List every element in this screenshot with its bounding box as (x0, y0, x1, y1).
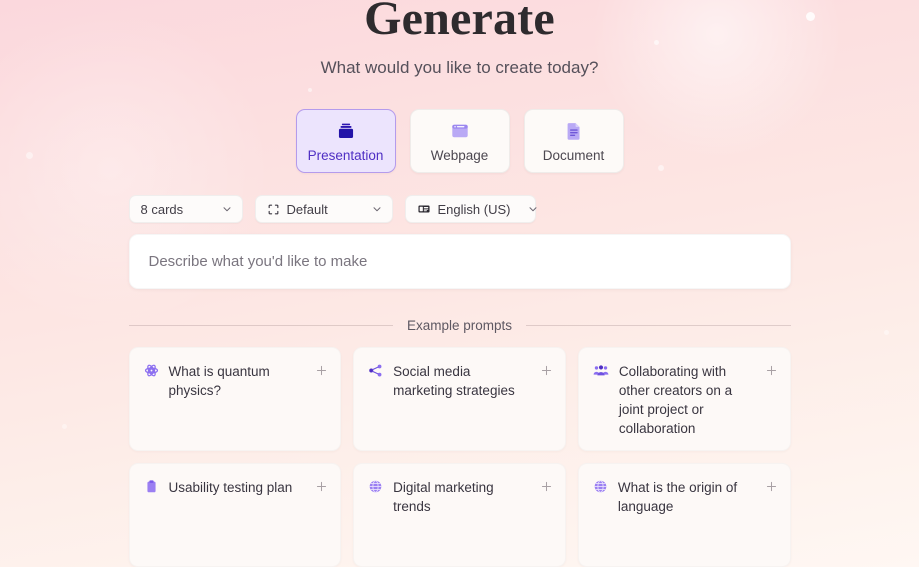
chevron-down-icon (361, 203, 383, 215)
prompt-input-container[interactable]: Describe what you'd like to make (128, 234, 791, 289)
atom-icon (144, 363, 159, 378)
plus-icon[interactable] (765, 480, 778, 493)
example-prompt-card[interactable]: What is the origin of language (577, 463, 791, 567)
chevron-down-icon (211, 203, 233, 215)
page-title: Generate (364, 0, 555, 45)
type-option-document[interactable]: Document (523, 109, 624, 174)
type-option-label: Document (542, 147, 605, 163)
plus-icon[interactable] (315, 364, 328, 377)
document-file-icon (563, 120, 585, 142)
clipboard-icon (144, 479, 159, 494)
example-prompt-text: Social media marketing strategies (393, 364, 515, 398)
type-option-label: Presentation (307, 147, 384, 163)
language-card-icon (417, 202, 431, 216)
type-option-webpage[interactable]: Webpage (409, 109, 510, 174)
chevron-down-icon (517, 203, 539, 215)
language-dropdown[interactable]: English (US) (404, 195, 539, 224)
page-subtitle: What would you like to create today? (320, 58, 599, 78)
example-prompt-card[interactable]: Collaborating with other creators on a j… (577, 347, 791, 451)
divider-line-left (128, 325, 393, 326)
prompt-input-placeholder: Describe what you'd like to make (148, 253, 368, 271)
example-prompt-card[interactable]: What is quantum physics? (128, 347, 342, 451)
globe-icon (593, 479, 608, 494)
example-prompt-card[interactable]: Social media marketing strategies (353, 347, 566, 451)
example-prompt-text: What is the origin of language (617, 480, 738, 514)
divider-label: Example prompts (406, 318, 513, 333)
example-prompts-grid: What is quantum physics? Social media ma… (128, 347, 791, 567)
style-value: Default (286, 201, 328, 217)
share-icon (368, 363, 383, 378)
example-prompt-text: Usability testing plan (168, 480, 293, 495)
plus-icon[interactable] (540, 480, 553, 493)
example-prompts-divider: Example prompts (128, 318, 791, 333)
language-value: English (US) (437, 201, 511, 217)
example-prompt-text: What is quantum physics? (168, 364, 270, 398)
example-prompt-text: Collaborating with other creators on a j… (618, 364, 733, 436)
generate-page: Generate What would you like to create t… (0, 0, 919, 567)
example-prompt-card[interactable]: Usability testing plan (128, 463, 342, 567)
presentation-cards-icon (335, 120, 357, 142)
plus-icon[interactable] (315, 480, 328, 493)
plus-icon[interactable] (540, 364, 553, 377)
people-group-icon (593, 363, 609, 379)
style-dropdown[interactable]: Default (254, 195, 393, 224)
generation-options-row: 8 cards Default English (US) (128, 195, 791, 224)
frame-brackets-icon (267, 203, 280, 216)
type-option-label: Webpage (430, 147, 489, 163)
globe-icon (368, 479, 383, 494)
example-prompt-card[interactable]: Digital marketing trends (353, 463, 566, 567)
example-prompt-text: Digital marketing trends (393, 480, 494, 514)
type-option-presentation[interactable]: Presentation (295, 109, 396, 174)
browser-window-icon (449, 120, 471, 142)
card-count-dropdown[interactable]: 8 cards (128, 195, 243, 224)
divider-line-right (526, 325, 791, 326)
content-type-selector: Presentation Webpage Document (295, 109, 624, 174)
plus-icon[interactable] (765, 364, 778, 377)
card-count-value: 8 cards (140, 201, 184, 217)
